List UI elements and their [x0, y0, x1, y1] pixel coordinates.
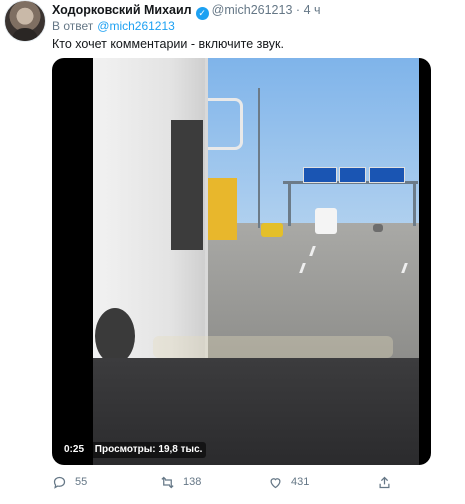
- verified-badge-icon: ✓: [195, 7, 209, 20]
- tweet-header: Ходорковский Михаил ✓ @mich261213 · 4 ч: [52, 2, 321, 20]
- road-sign: [369, 167, 405, 183]
- reply-context: В ответ @mich261213: [52, 19, 175, 33]
- like-button[interactable]: 431: [268, 472, 309, 492]
- gantry-pole: [413, 181, 416, 226]
- reply-icon: [53, 476, 66, 489]
- video-player[interactable]: 0:25 Просмотры: 19,8 тыс.: [52, 58, 431, 465]
- car: [261, 223, 283, 237]
- video-view-count: Просмотры: 19,8 тыс.: [94, 444, 203, 455]
- retweet-count: 138: [183, 476, 202, 488]
- reply-count: 55: [75, 476, 88, 488]
- author-name[interactable]: Ходорковский Михаил: [52, 3, 192, 17]
- reply-button[interactable]: 55: [52, 472, 87, 492]
- dashboard-reflection: [153, 336, 393, 358]
- bus-mirror: [208, 98, 243, 150]
- reply-to-link[interactable]: @mich261213: [97, 19, 175, 33]
- like-count: 431: [291, 476, 310, 488]
- road-sign: [303, 167, 337, 183]
- reply-prefix: В ответ: [52, 19, 94, 33]
- tweet-timestamp[interactable]: 4 ч: [304, 3, 321, 17]
- like-icon: [270, 477, 281, 488]
- share-button[interactable]: [377, 472, 400, 492]
- car: [315, 208, 337, 234]
- car: [373, 224, 383, 232]
- share-icon: [379, 476, 390, 488]
- video-stats-overlay: 0:25 Просмотры: 19,8 тыс.: [60, 442, 207, 458]
- light-pole: [258, 88, 260, 228]
- gantry-pole: [288, 181, 291, 226]
- avatar[interactable]: [4, 0, 46, 42]
- bus: [93, 58, 208, 364]
- tweet-actions: 55 138 431: [52, 472, 431, 492]
- author-handle[interactable]: @mich261213: [212, 3, 293, 17]
- separator-dot: ·: [295, 3, 301, 17]
- retweet-button[interactable]: 138: [160, 472, 201, 492]
- video-elapsed-time: 0:25: [64, 444, 85, 455]
- bus-wheel: [95, 308, 135, 364]
- retweet-icon: [161, 476, 174, 488]
- video-frame: [93, 58, 419, 465]
- bus-window: [171, 120, 203, 250]
- tweet-text: Кто хочет комментарии - включите звук.: [52, 37, 284, 51]
- yellow-truck: [203, 178, 237, 240]
- tweet[interactable]: Ходорковский Михаил ✓ @mich261213 · 4 ч В …: [0, 0, 465, 504]
- road-sign: [339, 167, 366, 183]
